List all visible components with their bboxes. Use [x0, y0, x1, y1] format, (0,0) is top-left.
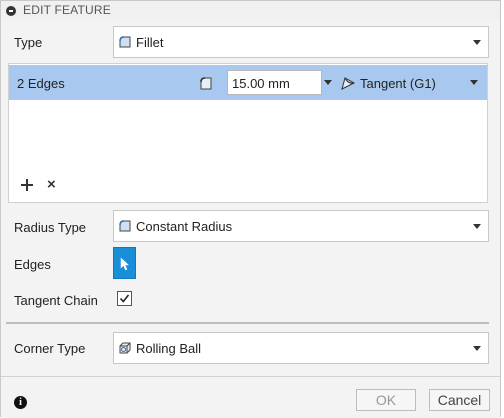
selection-row[interactable]: 2 Edges 15.00 mm Tangent (G1)	[9, 65, 487, 100]
radius-type-dropdown[interactable]: Constant Radius	[113, 210, 489, 242]
radius-value: 15.00 mm	[232, 76, 290, 91]
corner-type-dropdown[interactable]: Rolling Ball	[113, 332, 489, 364]
section-divider	[6, 322, 489, 324]
type-value: Fillet	[136, 35, 164, 50]
constant-radius-icon	[119, 220, 131, 232]
continuity-icon	[341, 77, 356, 90]
tangent-chain-checkbox[interactable]	[117, 291, 132, 306]
chevron-down-icon	[473, 346, 481, 351]
cursor-arrow-icon	[120, 257, 130, 271]
radius-icon	[200, 77, 212, 90]
check-icon	[119, 294, 130, 303]
edges-label: Edges	[14, 257, 51, 272]
tangent-chain-label: Tangent Chain	[14, 293, 98, 308]
corner-type-value: Rolling Ball	[136, 341, 202, 356]
close-icon[interactable]: ×	[47, 177, 56, 192]
radius-dropdown-arrow-icon[interactable]	[324, 80, 332, 85]
edges-select-button[interactable]	[113, 247, 136, 279]
continuity-dropdown-arrow-icon[interactable]	[470, 80, 478, 85]
dialog-titlebar[interactable]: EDIT FEATURE	[1, 1, 500, 21]
add-icon[interactable]	[21, 179, 33, 191]
fillet-icon	[119, 36, 131, 48]
radius-input[interactable]: 15.00 mm	[227, 70, 322, 95]
info-icon[interactable]: i	[14, 396, 27, 409]
collapse-icon[interactable]	[6, 6, 16, 16]
corner-type-label: Corner Type	[14, 341, 86, 356]
edit-feature-dialog: EDIT FEATURE Type Fillet 2 Edges 15.00 m…	[0, 0, 501, 418]
type-dropdown[interactable]: Fillet	[113, 26, 489, 58]
radius-type-value: Constant Radius	[136, 219, 233, 234]
edge-selection-panel: 2 Edges 15.00 mm Tangent (G1) ×	[8, 63, 488, 203]
rolling-ball-icon	[119, 342, 131, 354]
chevron-down-icon	[473, 224, 481, 229]
dialog-footer: i OK Cancel	[1, 376, 500, 418]
radius-type-label: Radius Type	[14, 220, 87, 235]
selection-label: 2 Edges	[17, 76, 65, 91]
cancel-button[interactable]: Cancel	[429, 389, 490, 411]
ok-button[interactable]: OK	[356, 389, 416, 411]
dialog-title: EDIT FEATURE	[23, 3, 111, 17]
type-label: Type	[14, 35, 43, 50]
chevron-down-icon	[473, 40, 481, 45]
continuity-value[interactable]: Tangent (G1)	[360, 76, 436, 91]
